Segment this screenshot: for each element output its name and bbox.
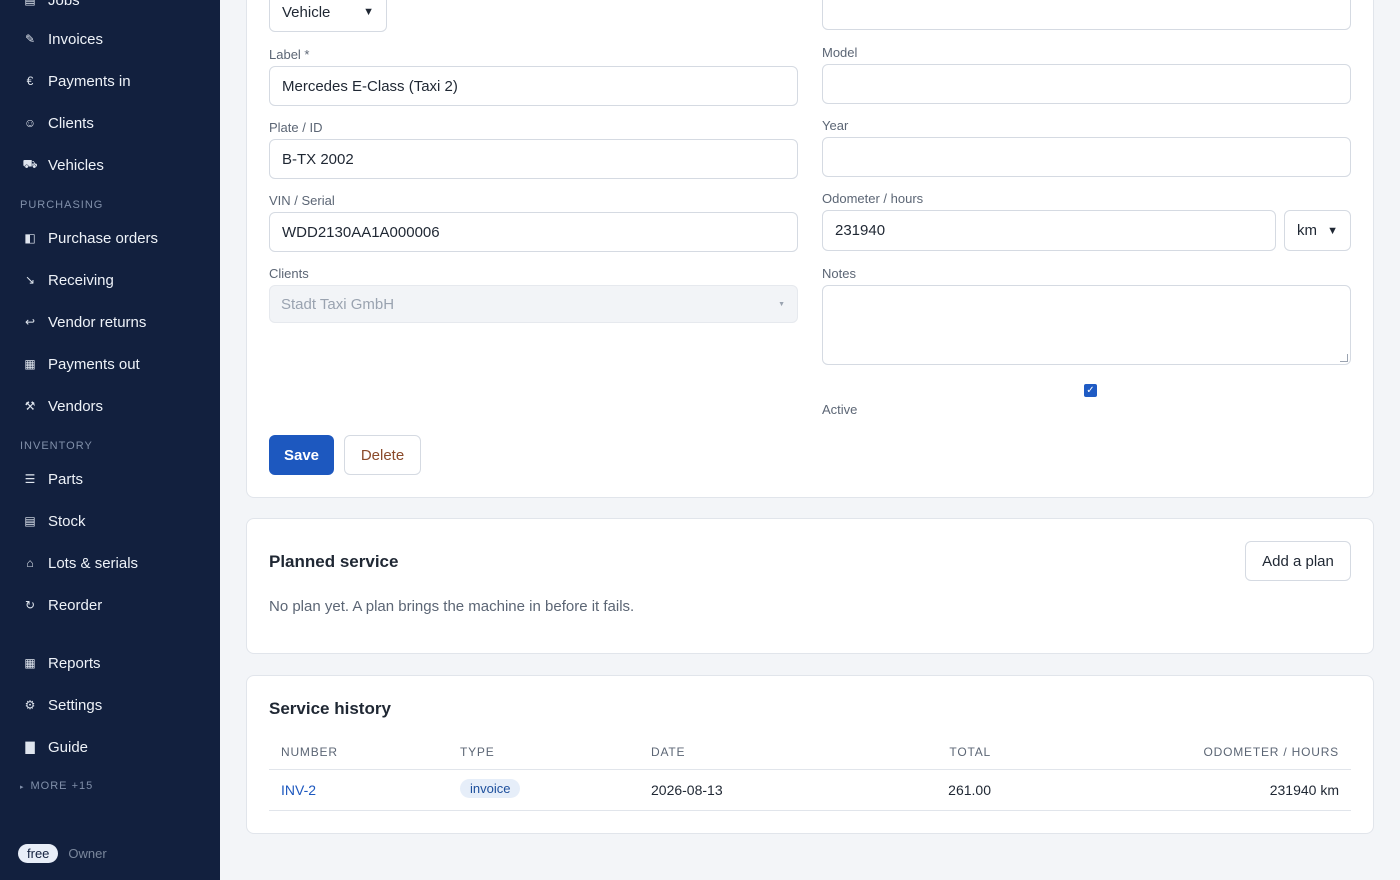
row-total-cell: 261.00 — [948, 782, 991, 798]
label-input[interactable]: Mercedes E-Class (Taxi 2) — [269, 66, 798, 106]
label-field-label: Label * — [269, 47, 310, 62]
clipboard-icon: ▤ — [24, 0, 36, 7]
sidebar-item-settings[interactable]: ⚙ Settings — [0, 687, 220, 723]
notes-textarea[interactable] — [822, 285, 1351, 365]
model-field-label: Model — [822, 45, 858, 60]
service-history-title: Service history — [269, 699, 391, 718]
sidebar-item-lots-serials[interactable]: ⌂ Lots & serials — [0, 545, 220, 581]
sidebar-item-receiving[interactable]: ↘ Receiving — [0, 262, 220, 298]
row-date-cell: 2026-08-13 — [651, 782, 723, 798]
sidebar-item-reorder[interactable]: ↻ Reorder — [0, 587, 220, 623]
gear-icon: ⚙ — [24, 698, 36, 712]
sidebar-item-clients[interactable]: ☺ Clients — [0, 105, 220, 141]
add-plan-button[interactable]: Add a plan — [1245, 541, 1351, 581]
sidebar-item-reports[interactable]: ▦ Reports — [0, 645, 220, 681]
section-purchasing: PURCHASING — [20, 199, 104, 211]
clients-field-label: Clients — [269, 266, 309, 281]
year-input[interactable] — [822, 137, 1351, 177]
odometer-unit-select[interactable]: km ▼ — [1284, 210, 1351, 251]
triangle-right-icon: ▸ — [20, 784, 25, 791]
active-label: Active — [822, 402, 858, 417]
sidebar-item-vehicles[interactable]: ⛟ Vehicles — [0, 147, 220, 183]
smiley-icon: ☺ — [23, 116, 37, 130]
odometer-input[interactable]: 231940 — [822, 210, 1276, 251]
chevron-down-icon: ▼ — [1327, 224, 1338, 237]
sidebar: ▤ Jobs ✎ Invoices € Payments in ☺ Client… — [0, 0, 220, 880]
sidebar-item-vendor-returns[interactable]: ↩ Vendor returns — [0, 304, 220, 340]
vin-field-label: VIN / Serial — [269, 193, 335, 208]
odometer-field-label: Odometer / hours — [822, 191, 924, 206]
account-plan: free Owner — [18, 844, 107, 863]
column-header-type: TYPE — [460, 745, 495, 759]
sidebar-item-stock[interactable]: ▤ Stock — [0, 503, 220, 539]
more-toggle[interactable]: ▸ MORE +15 — [20, 780, 93, 792]
column-header-number: NUMBER — [281, 745, 338, 759]
plate-input[interactable]: B-TX 2002 — [269, 139, 798, 179]
user-role: Owner — [68, 846, 107, 861]
sidebar-item-jobs[interactable]: ▤ Jobs — [0, 0, 220, 18]
plate-field-label: Plate / ID — [269, 120, 323, 135]
chevron-down-icon: ▼ — [363, 6, 374, 18]
delete-button[interactable]: Delete — [344, 435, 421, 475]
planned-service-card — [246, 518, 1374, 654]
column-header-total: TOTAL — [949, 745, 991, 759]
vin-input[interactable]: WDD2130AA1A000006 — [269, 212, 798, 252]
chevron-down-icon: ▼ — [778, 300, 785, 308]
arrow-icon: ↘ — [24, 273, 36, 287]
column-header-odometer: ODOMETER / HOURS — [1203, 745, 1339, 759]
grid-icon: ▦ — [24, 656, 36, 670]
euro-icon: € — [26, 74, 34, 88]
book-icon: ▇ — [25, 740, 35, 754]
box-icon: ▤ — [24, 514, 36, 528]
planned-service-title: Planned service — [269, 552, 399, 571]
sidebar-item-purchase-orders[interactable]: ◧ Purchase orders — [0, 220, 220, 256]
tag-icon: ⌂ — [26, 556, 34, 570]
sidebar-item-parts[interactable]: ☰ Parts — [0, 461, 220, 497]
invoice-number-link[interactable]: INV-2 — [281, 782, 316, 798]
sidebar-item-payments-in[interactable]: € Payments in — [0, 63, 220, 99]
model-input[interactable] — [822, 64, 1351, 104]
save-button[interactable]: Save — [269, 435, 334, 475]
sidebar-item-guide[interactable]: ▇ Guide — [0, 729, 220, 765]
table-header-divider — [269, 769, 1351, 770]
column-header-date: DATE — [651, 745, 686, 759]
return-icon: ↩ — [24, 315, 36, 329]
sidebar-item-payments-out[interactable]: ▦ Payments out — [0, 346, 220, 382]
sidebar-item-vendors[interactable]: ⚒ Vendors — [0, 388, 220, 424]
year-field-label: Year — [822, 118, 849, 133]
row-odometer-cell: 231940 km — [1269, 782, 1339, 798]
resize-handle-icon[interactable] — [1340, 354, 1348, 362]
section-inventory: INVENTORY — [20, 440, 93, 452]
half-square-icon: ◧ — [24, 231, 36, 245]
car-icon: ⛟ — [22, 157, 38, 171]
tools-icon: ⚒ — [24, 399, 36, 413]
pencil-icon: ✎ — [24, 32, 36, 46]
active-checkbox[interactable]: ✓ — [1084, 384, 1097, 397]
planned-service-empty: No plan yet. A plan brings the machine i… — [269, 598, 635, 615]
make-input[interactable] — [822, 0, 1351, 30]
list-icon: ☰ — [24, 472, 36, 486]
table-row-divider — [269, 810, 1351, 811]
check-icon: ✓ — [1086, 385, 1095, 396]
row-type-cell: invoice — [460, 779, 521, 798]
notes-field-label: Notes — [822, 266, 856, 281]
clients-select: Stadt Taxi GmbH ▼ — [269, 285, 798, 323]
type-badge: invoice — [460, 779, 521, 798]
plan-badge: free — [18, 844, 59, 863]
receipt-icon: ▦ — [24, 357, 36, 371]
sidebar-item-invoices[interactable]: ✎ Invoices — [0, 21, 220, 57]
refresh-icon: ↻ — [24, 598, 36, 612]
type-select[interactable]: Vehicle ▼ — [269, 0, 387, 32]
